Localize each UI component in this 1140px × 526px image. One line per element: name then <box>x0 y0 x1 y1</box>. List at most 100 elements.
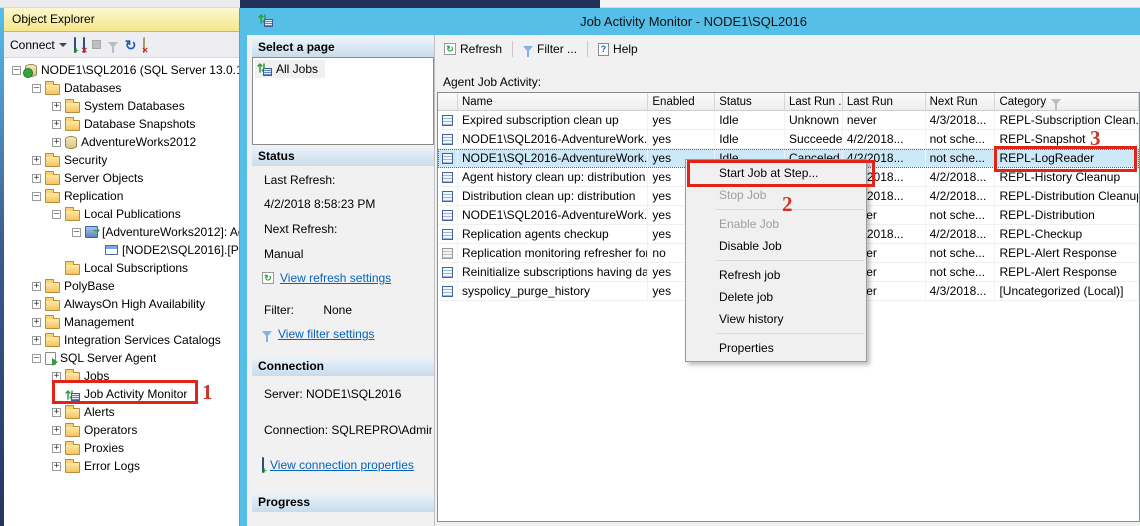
agent-icon <box>45 352 56 365</box>
view-filter-settings-link[interactable]: View filter settings <box>262 327 375 341</box>
tree-item-local-publications[interactable]: –Local Publications <box>4 205 239 223</box>
tree-item-proxies[interactable]: +Proxies <box>4 439 239 457</box>
annotation-number-3: 3 <box>1090 126 1101 151</box>
collapsed-expander-icon[interactable]: + <box>32 174 41 183</box>
filter-button[interactable]: Filter ... <box>519 40 581 58</box>
collapsed-expander-icon[interactable]: + <box>32 282 41 291</box>
page-item-all-jobs[interactable]: ⇄ All Jobs <box>255 60 325 78</box>
refresh-button[interactable]: ↻ Refresh <box>440 40 506 58</box>
background-strip-right <box>600 0 1140 8</box>
refresh-icon[interactable]: ↻ <box>125 39 137 51</box>
dialog-titlebar: ⇄ Job Activity Monitor - NODE1\SQL2016 <box>247 8 1140 35</box>
tree-item-node2-sql2016-pro[interactable]: [NODE2\SQL2016].[Pro <box>4 241 239 259</box>
collapsed-expander-icon[interactable]: + <box>32 156 41 165</box>
menu-item-view-history[interactable]: View history <box>686 308 866 330</box>
next-refresh-value: Manual <box>264 247 303 261</box>
tree-item-label: SQL Server Agent <box>60 349 156 367</box>
filter-row: Filter: None <box>264 303 352 317</box>
job-icon-cell <box>438 111 458 129</box>
tree-item-alerts[interactable]: + Alerts <box>4 403 239 421</box>
tree-item-integration-services-catalogs[interactable]: +Integration Services Catalogs <box>4 331 239 349</box>
menu-item-delete-job[interactable]: Delete job <box>686 286 866 308</box>
column-header-category[interactable]: Category <box>995 93 1139 110</box>
folder-icon <box>65 102 80 113</box>
tree-item-adventureworks2012[interactable]: +AdventureWorks2012 <box>4 133 239 151</box>
tree-item-management[interactable]: + Management <box>4 313 239 331</box>
column-header-enabled[interactable]: Enabled <box>648 93 715 110</box>
tree-item-alwayson-high-availability[interactable]: +AlwaysOn High Availability <box>4 295 239 313</box>
cell-next-run: not sche... <box>926 263 996 281</box>
expanded-expander-icon[interactable]: – <box>12 66 21 75</box>
cell-name: NODE1\SQL2016-AdventureWork... <box>458 130 648 148</box>
background-strip-left <box>0 0 240 8</box>
stop-icon <box>92 40 101 49</box>
tree-item-sql-server-agent[interactable]: – SQL Server Agent <box>4 349 239 367</box>
tree-item-label: Alerts <box>84 403 115 421</box>
cell-enabled: yes <box>648 130 715 148</box>
cell-next-run: not sche... <box>926 206 996 224</box>
collapsed-expander-icon[interactable]: + <box>32 336 41 345</box>
collapsed-expander-icon[interactable]: + <box>52 138 61 147</box>
tree-item-local-subscriptions[interactable]: Local Subscriptions <box>4 259 239 277</box>
collapsed-expander-icon[interactable]: + <box>32 318 41 327</box>
help-button[interactable]: ? Help <box>594 40 642 58</box>
column-header-next-run[interactable]: Next Run <box>926 93 996 110</box>
column-header-last-run[interactable]: Last Run ... <box>785 93 843 110</box>
tree-item-node1-sql2016-sql-server-13-0-160[interactable]: –NODE1\SQL2016 (SQL Server 13.0.160 <box>4 61 239 79</box>
publication-icon <box>85 226 98 238</box>
collapsed-expander-icon[interactable]: + <box>52 408 61 417</box>
cell-last-run: never <box>843 111 926 129</box>
job-icon <box>442 210 453 221</box>
disconnect-server-icon[interactable]: ✕ <box>83 38 85 52</box>
annotation-box-2 <box>687 160 875 187</box>
collapsed-expander-icon[interactable]: + <box>32 300 41 309</box>
view-refresh-settings-link[interactable]: ↻ View refresh settings <box>262 271 391 285</box>
collapsed-expander-icon[interactable]: + <box>52 120 61 129</box>
view-connection-properties-link[interactable]: + View connection properties <box>262 458 414 472</box>
column-header-last-run[interactable]: Last Run <box>843 93 926 110</box>
expanded-expander-icon[interactable]: – <box>32 354 41 363</box>
tree-item-adventureworks2012-ad[interactable]: –[AdventureWorks2012]: Ad <box>4 223 239 241</box>
folder-icon <box>45 318 60 329</box>
menu-separator <box>716 333 864 334</box>
tree-item-label: Replication <box>64 187 123 205</box>
tree-item-label: Management <box>64 313 134 331</box>
job-row-expired-subscription-clean-up[interactable]: Expired subscription clean upyesIdleUnkn… <box>438 111 1139 130</box>
collapsed-expander-icon[interactable]: + <box>52 444 61 453</box>
connect-dropdown-button[interactable]: Connect <box>10 38 67 52</box>
column-header-name[interactable]: Name <box>458 93 648 110</box>
menu-item-properties[interactable]: Properties <box>686 337 866 359</box>
job-icon <box>442 153 453 164</box>
collapsed-expander-icon[interactable]: + <box>52 462 61 471</box>
tree-item-error-logs[interactable]: +Error Logs <box>4 457 239 475</box>
refresh-label: Refresh <box>460 42 502 56</box>
object-explorer-toolbar: Connect + ✕ ↻ ✕ <box>4 32 239 58</box>
cell-name: Distribution clean up: distribution <box>458 187 648 205</box>
menu-item-disable-job[interactable]: Disable Job <box>686 235 866 257</box>
cell-next-run: 4/3/2018... <box>926 282 996 300</box>
tree-item-replication[interactable]: – Replication <box>4 187 239 205</box>
column-header-status[interactable]: Status <box>715 93 785 110</box>
expanded-expander-icon[interactable]: – <box>52 210 61 219</box>
tree-item-security[interactable]: +Security <box>4 151 239 169</box>
tree-item-database-snapshots[interactable]: +Database Snapshots <box>4 115 239 133</box>
connect-server-icon[interactable]: + <box>74 38 76 52</box>
tree-item-polybase[interactable]: +PolyBase <box>4 277 239 295</box>
collapsed-expander-icon[interactable]: + <box>52 426 61 435</box>
cell-status: Idle <box>715 130 785 148</box>
tree-item-operators[interactable]: +Operators <box>4 421 239 439</box>
menu-item-refresh-job[interactable]: Refresh job <box>686 264 866 286</box>
tree-item-server-objects[interactable]: +Server Objects <box>4 169 239 187</box>
collapsed-expander-icon[interactable]: + <box>52 102 61 111</box>
expanded-expander-icon[interactable]: – <box>72 228 81 237</box>
cell-name: NODE1\SQL2016-AdventureWork... <box>458 149 648 167</box>
job-icon <box>442 286 453 297</box>
expanded-expander-icon[interactable]: – <box>32 192 41 201</box>
tree-item-label: Local Subscriptions <box>84 259 188 277</box>
tree-item-system-databases[interactable]: +System Databases <box>4 97 239 115</box>
category-filter-icon[interactable] <box>1051 99 1061 105</box>
tree-item-databases[interactable]: –Databases <box>4 79 239 97</box>
error-log-icon[interactable]: ✕ <box>143 38 145 52</box>
column-header-icon[interactable] <box>438 93 458 110</box>
expanded-expander-icon[interactable]: – <box>32 84 41 93</box>
